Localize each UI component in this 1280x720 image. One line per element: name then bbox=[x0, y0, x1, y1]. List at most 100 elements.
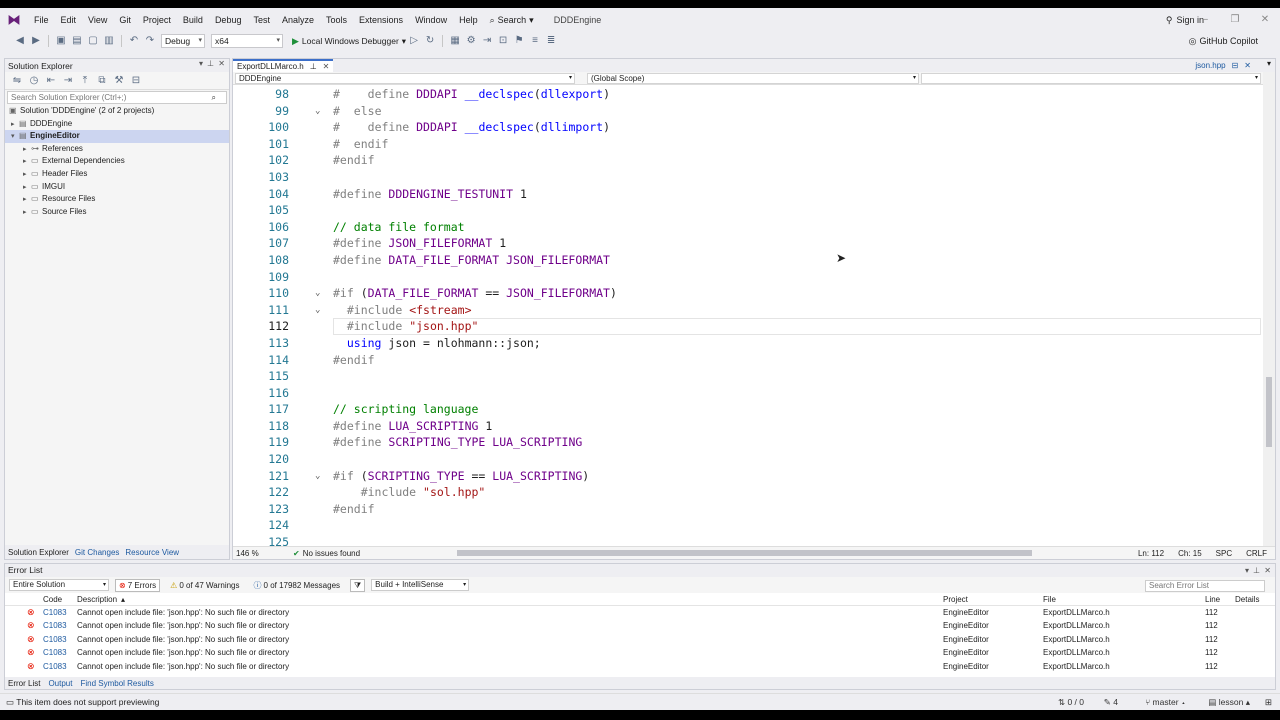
column-indicator[interactable]: Ch: 15 bbox=[1178, 547, 1202, 560]
comment-icon[interactable]: ≡ bbox=[529, 35, 541, 47]
github-copilot-button[interactable]: ◎ GitHub Copilot bbox=[1189, 32, 1258, 50]
project-dropdown[interactable]: DDDEngine ▾ bbox=[235, 73, 575, 84]
tab-resource-view[interactable]: Resource View bbox=[125, 548, 179, 557]
search-menu[interactable]: ⌕ Search ▾ bbox=[484, 15, 540, 26]
whitespace-indicator[interactable]: SPC bbox=[1216, 547, 1232, 560]
tree-item-resource-files[interactable]: ▸ ▭ Resource Files bbox=[5, 193, 229, 206]
close-icon[interactable]: ✕ bbox=[1264, 564, 1271, 577]
solution-config-icon[interactable]: ▦ bbox=[449, 35, 461, 47]
code-line[interactable]: 109 bbox=[233, 269, 1263, 286]
tree-solution[interactable]: ▣ Solution 'DDDEngine' (2 of 2 projects) bbox=[5, 105, 229, 118]
error-row[interactable]: ⊗ C1083 Cannot open include file: 'json.hp… bbox=[5, 633, 1275, 646]
code-line[interactable]: 123 #endif bbox=[233, 501, 1263, 518]
column-file[interactable]: File bbox=[1043, 593, 1056, 606]
code-line[interactable]: 111 ⌄ #include <fstream> bbox=[233, 302, 1263, 319]
git-branch-indicator[interactable]: ⑂ master ▴ bbox=[1145, 694, 1186, 711]
notifications-icon[interactable]: ⊞ bbox=[1265, 694, 1272, 711]
step-icon[interactable]: ⇥ bbox=[481, 35, 493, 47]
code-line[interactable]: 117 // scripting language bbox=[233, 401, 1263, 418]
menu-tools[interactable]: Tools bbox=[320, 8, 353, 32]
close-icon[interactable]: ✕ bbox=[1250, 8, 1280, 32]
code-line[interactable]: 115 bbox=[233, 368, 1263, 385]
menu-test[interactable]: Test bbox=[247, 8, 276, 32]
pin-icon[interactable]: ⊥ bbox=[1253, 564, 1260, 577]
error-row[interactable]: ⊗ C1083 Cannot open include file: 'json.hp… bbox=[5, 606, 1275, 619]
code-line[interactable]: 120 bbox=[233, 451, 1263, 468]
git-sync-indicator[interactable]: ⇅ 0 / 0 bbox=[1058, 694, 1084, 711]
error-code-link[interactable]: C1083 bbox=[43, 646, 67, 659]
uncomment-icon[interactable]: ≣ bbox=[545, 35, 557, 47]
menu-debug[interactable]: Debug bbox=[209, 8, 248, 32]
tab-output[interactable]: Output bbox=[48, 679, 72, 688]
code-line[interactable]: 98 # define DDDAPI __declspec(dllexport) bbox=[233, 86, 1263, 103]
performance-icon[interactable]: ⚙ bbox=[465, 35, 477, 47]
code-line[interactable]: 118 #define LUA_SCRIPTING 1 bbox=[233, 418, 1263, 435]
tab-error-list[interactable]: Error List bbox=[8, 679, 40, 688]
scope-filter-dropdown[interactable]: Entire Solution ▾ bbox=[9, 579, 109, 591]
close-icon[interactable]: ✕ bbox=[1244, 61, 1251, 70]
tree-project-engineeditor[interactable]: ▾ ▤ EngineEditor bbox=[5, 130, 229, 143]
tree-project-dddengine[interactable]: ▸ ▤ DDDEngine bbox=[5, 118, 229, 131]
tab-preview-json[interactable]: json.hpp ⊟ ✕ bbox=[1195, 59, 1251, 72]
member-dropdown[interactable]: ▾ bbox=[921, 73, 1261, 84]
column-code[interactable]: Code bbox=[43, 593, 62, 606]
menu-extensions[interactable]: Extensions bbox=[353, 8, 409, 32]
menu-build[interactable]: Build bbox=[177, 8, 209, 32]
messages-filter-button[interactable]: ⓘ 0 of 17982 Messages bbox=[250, 579, 345, 592]
pin-icon[interactable]: ⊥ bbox=[207, 59, 214, 68]
bookmark-icon[interactable]: ⚑ bbox=[513, 35, 525, 47]
show-all-files-icon[interactable]: ⧉ bbox=[96, 75, 108, 87]
issues-indicator[interactable]: ✔ No issues found bbox=[293, 549, 360, 558]
properties-icon[interactable]: ⚒ bbox=[113, 75, 125, 87]
error-row[interactable]: ⊗ C1083 Cannot open include file: 'json.hp… bbox=[5, 660, 1275, 673]
code-line[interactable]: 125 bbox=[233, 534, 1263, 546]
code-line[interactable]: 119 #define SCRIPTING_TYPE LUA_SCRIPTING bbox=[233, 434, 1263, 451]
filter-toggle-button[interactable]: ⧩ bbox=[350, 578, 366, 592]
scope-dropdown[interactable]: (Global Scope) ▾ bbox=[587, 73, 919, 84]
code-line[interactable]: 107 #define JSON_FILEFORMAT 1 bbox=[233, 235, 1263, 252]
column-details[interactable]: Details bbox=[1235, 593, 1259, 606]
vertical-scrollbar[interactable] bbox=[1263, 72, 1275, 547]
zoom-level[interactable]: 146 % bbox=[233, 549, 293, 558]
tree-item-external-dependencies[interactable]: ▸ ▭ External Dependencies bbox=[5, 155, 229, 168]
save-icon[interactable]: ▢ bbox=[87, 35, 99, 47]
tab-find-symbol-results[interactable]: Find Symbol Results bbox=[80, 679, 153, 688]
fold-toggle-icon[interactable]: ⌄ bbox=[315, 468, 320, 485]
tree-item-header-files[interactable]: ▸ ▭ Header Files bbox=[5, 168, 229, 181]
fold-toggle-icon[interactable]: ⌄ bbox=[315, 103, 320, 120]
start-without-debugging-icon[interactable]: ▷ bbox=[408, 35, 420, 47]
chevron-down-icon[interactable]: ▾ bbox=[199, 59, 203, 68]
build-filter-dropdown[interactable]: Build + IntelliSense ▾ bbox=[371, 579, 470, 591]
redo-icon[interactable]: ↷ bbox=[144, 35, 156, 47]
fold-toggle-icon[interactable]: ⌄ bbox=[315, 285, 320, 302]
platform-dropdown[interactable]: x64 ▾ bbox=[211, 34, 283, 48]
chevron-right-icon[interactable]: ▸ bbox=[23, 207, 31, 220]
code-line[interactable]: 124 bbox=[233, 517, 1263, 534]
menu-edit[interactable]: Edit bbox=[55, 8, 83, 32]
error-code-link[interactable]: C1083 bbox=[43, 606, 67, 619]
pin-icon[interactable]: ⊥ bbox=[310, 62, 317, 71]
horizontal-scrollbar[interactable] bbox=[457, 550, 1032, 556]
code-line[interactable]: 108 #define DATA_FILE_FORMAT JSON_FILEFOR… bbox=[233, 252, 1263, 269]
solution-search-input[interactable]: Search Solution Explorer (Ctrl+;) ⌕ bbox=[7, 91, 227, 104]
chevron-down-icon[interactable]: ▾ bbox=[1267, 59, 1271, 68]
open-folder-icon[interactable]: ▤ bbox=[71, 35, 83, 47]
error-code-link[interactable]: C1083 bbox=[43, 619, 67, 632]
code-line[interactable]: 100 # define DDDAPI __declspec(dllimport) bbox=[233, 119, 1263, 136]
code-line[interactable]: 112 #include "json.hpp" bbox=[233, 318, 1263, 335]
errors-filter-button[interactable]: ⊗ 7 Errors bbox=[115, 578, 161, 592]
code-line[interactable]: 101 # endif bbox=[233, 136, 1263, 153]
menu-project[interactable]: Project bbox=[137, 8, 177, 32]
error-search-input[interactable]: Search Error List bbox=[1145, 580, 1265, 592]
menu-help[interactable]: Help bbox=[453, 8, 484, 32]
menu-view[interactable]: View bbox=[82, 8, 113, 32]
menu-file[interactable]: File bbox=[28, 8, 55, 32]
code-line[interactable]: 114 #endif bbox=[233, 352, 1263, 369]
tree-item-imgui[interactable]: ▸ ▭ IMGUI bbox=[5, 181, 229, 194]
line-ending-indicator[interactable]: CRLF bbox=[1246, 547, 1267, 560]
warnings-filter-button[interactable]: ⚠ 0 of 47 Warnings bbox=[166, 579, 243, 592]
close-icon[interactable]: ✕ bbox=[323, 62, 330, 71]
undo-icon[interactable]: ↶ bbox=[128, 35, 140, 47]
history-icon[interactable]: ◷ bbox=[28, 75, 40, 87]
save-all-icon[interactable]: ▥ bbox=[103, 35, 115, 47]
